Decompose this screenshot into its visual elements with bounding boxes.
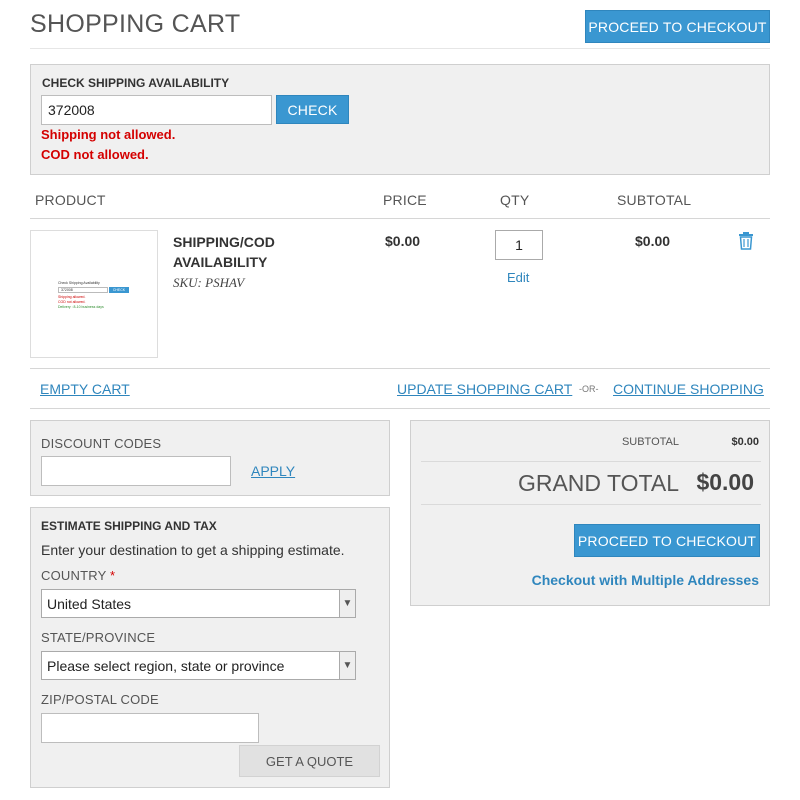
qty-input[interactable]: 1 — [495, 230, 543, 260]
estimate-title: ESTIMATE SHIPPING AND TAX — [41, 519, 217, 533]
column-header-qty: QTY — [500, 192, 530, 208]
get-a-quote-button[interactable]: GET A QUOTE — [239, 745, 380, 777]
column-header-subtotal: SUBTOTAL — [617, 192, 692, 208]
shipping-status-message: Shipping not allowed. — [41, 127, 176, 142]
summary-divider-1 — [421, 461, 761, 462]
continue-shopping-link[interactable]: CONTINUE SHOPPING — [613, 381, 764, 397]
country-select-value: United States — [47, 595, 132, 612]
thumb-line-3: Delivery : 8-10 business days — [58, 305, 104, 309]
or-separator: -OR- — [579, 384, 599, 394]
product-sku: SKU: PSHAV — [173, 275, 245, 290]
item-row-divider — [30, 368, 770, 369]
column-header-price: PRICE — [383, 192, 427, 208]
discount-panel: DISCOUNT CODES APPLY — [30, 420, 390, 496]
header-divider — [30, 48, 770, 49]
item-subtotal: $0.00 — [635, 233, 671, 249]
cod-status-message: COD not allowed. — [41, 147, 149, 162]
chevron-down-icon: ▼ — [339, 652, 355, 679]
proceed-to-checkout-top-button[interactable]: PROCEED TO CHECKOUT — [585, 10, 770, 43]
trash-icon[interactable] — [738, 232, 754, 250]
empty-cart-link[interactable]: EMPTY CART — [40, 381, 130, 397]
thumb-line-2: COD not allowed. — [58, 300, 86, 304]
estimate-shipping-panel: ESTIMATE SHIPPING AND TAX Enter your des… — [30, 507, 390, 788]
country-select[interactable]: United States ▼ — [41, 589, 356, 618]
item-price: $0.00 — [385, 233, 421, 249]
shipping-availability-title: CHECK SHIPPING AVAILABILITY — [42, 76, 230, 90]
product-name-link[interactable]: SHIPPING/COD AVAILABILITY — [173, 232, 323, 272]
page-title: SHOPPING CART — [30, 10, 241, 38]
summary-divider-2 — [421, 504, 761, 505]
grand-total-label: GRAND TOTAL — [517, 470, 679, 496]
table-header-divider — [30, 218, 770, 219]
order-summary-panel: SUBTOTAL $0.00 GRAND TOTAL $0.00 PROCEED… — [410, 420, 770, 606]
thumb-input: 372008 — [58, 287, 108, 293]
summary-subtotal-value: $0.00 — [731, 436, 759, 448]
chevron-down-icon: ▼ — [339, 590, 355, 617]
zip-label: ZIP/POSTAL CODE — [41, 692, 159, 707]
column-header-product: PRODUCT — [35, 192, 106, 208]
apply-discount-link[interactable]: APPLY — [251, 463, 295, 479]
actions-divider — [30, 408, 770, 409]
zip-input[interactable] — [41, 713, 259, 743]
summary-subtotal-label: SUBTOTAL — [621, 436, 679, 448]
discount-title: DISCOUNT CODES — [41, 436, 162, 451]
pincode-input[interactable]: 372008 — [41, 95, 272, 125]
multiple-addresses-link[interactable]: Checkout with Multiple Addresses — [532, 572, 759, 588]
thumb-line-1: Shipping allowed. — [58, 295, 86, 299]
country-label-text: COUNTRY — [41, 568, 107, 583]
edit-item-link[interactable]: Edit — [507, 270, 529, 285]
grand-total-value: $0.00 — [696, 469, 754, 495]
state-select-value: Please select region, state or province — [47, 657, 285, 674]
state-label: STATE/PROVINCE — [41, 630, 156, 645]
shipping-availability-panel: CHECK SHIPPING AVAILABILITY 372008 CHECK… — [30, 64, 770, 175]
state-select[interactable]: Please select region, state or province … — [41, 651, 356, 680]
discount-code-input[interactable] — [41, 456, 231, 486]
thumb-title: Check Shipping Availability — [58, 281, 100, 285]
required-mark: * — [110, 568, 116, 583]
update-cart-link[interactable]: UPDATE SHOPPING CART — [397, 381, 572, 397]
check-button[interactable]: CHECK — [276, 95, 349, 124]
estimate-description: Enter your destination to get a shipping… — [41, 542, 345, 558]
proceed-to-checkout-button[interactable]: PROCEED TO CHECKOUT — [574, 524, 760, 557]
product-thumbnail[interactable]: Check Shipping Availability 372008 CHECK… — [30, 230, 158, 358]
thumb-check-button: CHECK — [109, 287, 129, 293]
country-label: COUNTRY * — [41, 568, 115, 583]
